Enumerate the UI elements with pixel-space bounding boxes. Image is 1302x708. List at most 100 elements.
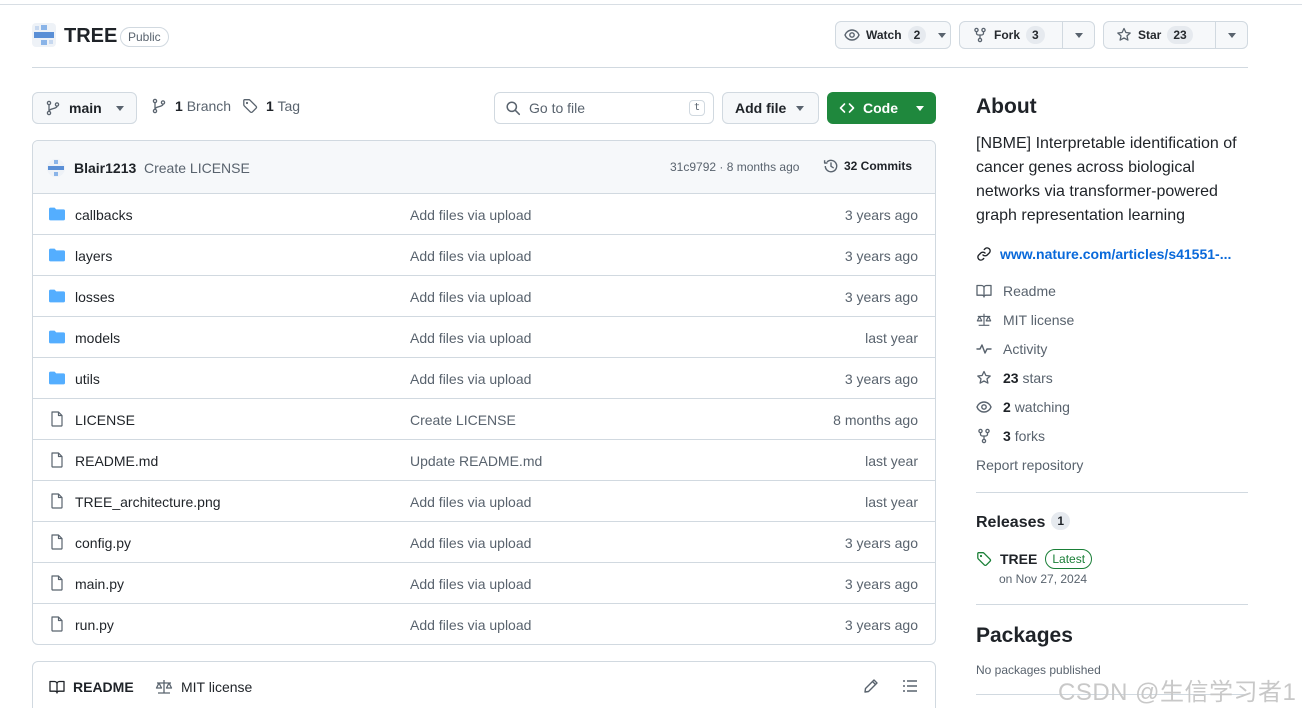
file-name[interactable]: README.md [75, 453, 158, 469]
branch-count: 1 [175, 98, 183, 114]
file-row[interactable]: LICENSE Create LICENSE 8 months ago [33, 399, 935, 440]
forks-count: 3 [1003, 428, 1011, 444]
file-row[interactable]: callbacks Add files via upload 3 years ago [33, 194, 935, 235]
file-row[interactable]: main.py Add files via upload 3 years ago [33, 563, 935, 604]
tab-license[interactable]: MIT license [155, 679, 252, 695]
activity-link[interactable]: Activity [976, 341, 1047, 357]
watermark: CSDN @生信学习者1 [1058, 679, 1297, 706]
file-commit-age: 3 years ago [844, 371, 918, 387]
file-commit-message[interactable]: Add files via upload [410, 617, 531, 633]
forks-link[interactable]: 3 forks [976, 428, 1045, 444]
fork-button[interactable]: Fork 3 [959, 21, 1095, 49]
commit-author[interactable]: Blair1213 [74, 160, 136, 176]
file-row[interactable]: models Add files via upload last year [33, 317, 935, 358]
file-row[interactable]: utils Add files via upload 3 years ago [33, 358, 935, 399]
file-commit-message[interactable]: Add files via upload [410, 248, 531, 264]
file-commit-message[interactable]: Add files via upload [410, 576, 531, 592]
file-icon [51, 534, 63, 550]
forks-label: forks [1014, 428, 1046, 444]
list-unordered-icon[interactable] [902, 678, 918, 694]
user-avatar-icon[interactable] [47, 159, 65, 177]
homepage-link[interactable]: www.nature.com/articles/s41551-... [976, 246, 1231, 262]
star-button[interactable]: Star 23 [1103, 21, 1248, 49]
file-commit-age: 3 years ago [844, 248, 918, 264]
file-name[interactable]: LICENSE [75, 412, 135, 428]
branch-selector[interactable]: main [32, 92, 137, 124]
tag-icon [243, 99, 258, 113]
code-button[interactable]: Code [827, 92, 936, 124]
readme-link[interactable]: Readme [976, 283, 1056, 299]
commits-link[interactable]: 32 Commits [823, 158, 912, 174]
file-name[interactable]: utils [75, 371, 100, 387]
file-commit-message[interactable]: Add files via upload [410, 494, 531, 510]
file-name[interactable]: callbacks [75, 207, 133, 223]
file-name[interactable]: config.py [75, 535, 131, 551]
file-row[interactable]: layers Add files via upload 3 years ago [33, 235, 935, 276]
packages-heading[interactable]: Packages [976, 624, 1248, 648]
eye-icon [976, 401, 992, 413]
file-commit-message[interactable]: Add files via upload [410, 371, 531, 387]
tab-readme[interactable]: README [49, 679, 134, 695]
link-icon [977, 247, 991, 261]
about-heading: About [976, 95, 1037, 118]
stars-label: stars [1022, 370, 1053, 386]
file-row[interactable]: config.py Add files via upload 3 years ago [33, 522, 935, 563]
file-commit-age: 8 months ago [833, 412, 918, 428]
commit-hash-time[interactable]: 31c9792 · 8 months ago [670, 160, 799, 174]
releases-heading[interactable]: Releases 1 [976, 512, 1248, 532]
tab-readme-label: README [73, 679, 134, 695]
file-name[interactable]: layers [75, 248, 112, 264]
latest-commit-row: Blair1213 Create LICENSE 31c9792 · 8 mon… [33, 141, 935, 194]
latest-release[interactable]: TREE Latest [976, 549, 1248, 569]
go-to-file-input[interactable]: Go to file t [494, 92, 714, 124]
commit-message[interactable]: Create LICENSE [144, 160, 250, 176]
file-commit-message[interactable]: Add files via upload [410, 535, 531, 551]
watch-dropdown[interactable] [934, 22, 950, 48]
chevron-down-icon [938, 32, 947, 38]
branches-link[interactable]: 1 Branch [151, 98, 231, 114]
file-commit-message[interactable]: Update README.md [410, 453, 542, 469]
file-row[interactable]: README.md Update README.md last year [33, 440, 935, 481]
file-commit-message[interactable]: Add files via upload [410, 207, 531, 223]
file-row[interactable]: losses Add files via upload 3 years ago [33, 276, 935, 317]
file-name[interactable]: models [75, 330, 120, 346]
star-count: 23 [1167, 26, 1193, 44]
file-name[interactable]: losses [75, 289, 115, 305]
stars-link[interactable]: 23 stars [976, 370, 1053, 386]
file-row[interactable]: TREE_architecture.png Add files via uploa… [33, 481, 935, 522]
file-name[interactable]: run.py [75, 617, 114, 633]
report-repository-link[interactable]: Report repository [976, 457, 1083, 473]
star-dropdown[interactable] [1215, 22, 1247, 48]
watch-button[interactable]: Watch 2 [835, 21, 951, 49]
chevron-down-icon [115, 105, 124, 111]
pencil-icon[interactable] [863, 678, 879, 694]
file-commit-message[interactable]: Create LICENSE [410, 412, 516, 428]
file-icon [51, 493, 63, 509]
file-row[interactable]: run.py Add files via upload 3 years ago [33, 604, 935, 644]
file-commit-message[interactable]: Add files via upload [410, 289, 531, 305]
file-list: Blair1213 Create LICENSE 31c9792 · 8 mon… [32, 140, 936, 645]
pulse-icon [976, 344, 992, 354]
sidebar-divider [976, 604, 1248, 605]
add-file-label: Add file [735, 100, 787, 116]
license-link[interactable]: MIT license [976, 312, 1074, 328]
file-name[interactable]: TREE_architecture.png [75, 494, 221, 510]
file-commit-message[interactable]: Add files via upload [410, 330, 531, 346]
fork-label: Fork [994, 28, 1021, 42]
tag-icon [977, 552, 992, 566]
watchers-link[interactable]: 2 watching [976, 399, 1070, 415]
folder-icon [49, 289, 65, 303]
file-commit-age: 3 years ago [844, 289, 918, 305]
releases-title: Releases [976, 514, 1046, 531]
fork-dropdown[interactable] [1062, 22, 1094, 48]
activity-link-label: Activity [1003, 341, 1048, 357]
file-commit-age: 3 years ago [844, 617, 918, 633]
chevron-down-icon [916, 105, 924, 111]
law-icon [155, 680, 173, 694]
visibility-badge: Public [120, 27, 169, 47]
tags-link[interactable]: 1 Tag [242, 98, 300, 114]
add-file-button[interactable]: Add file [722, 92, 819, 124]
file-name[interactable]: main.py [75, 576, 124, 592]
repo-name[interactable]: TREE [64, 25, 117, 48]
repo-avatar-icon[interactable] [32, 23, 56, 47]
